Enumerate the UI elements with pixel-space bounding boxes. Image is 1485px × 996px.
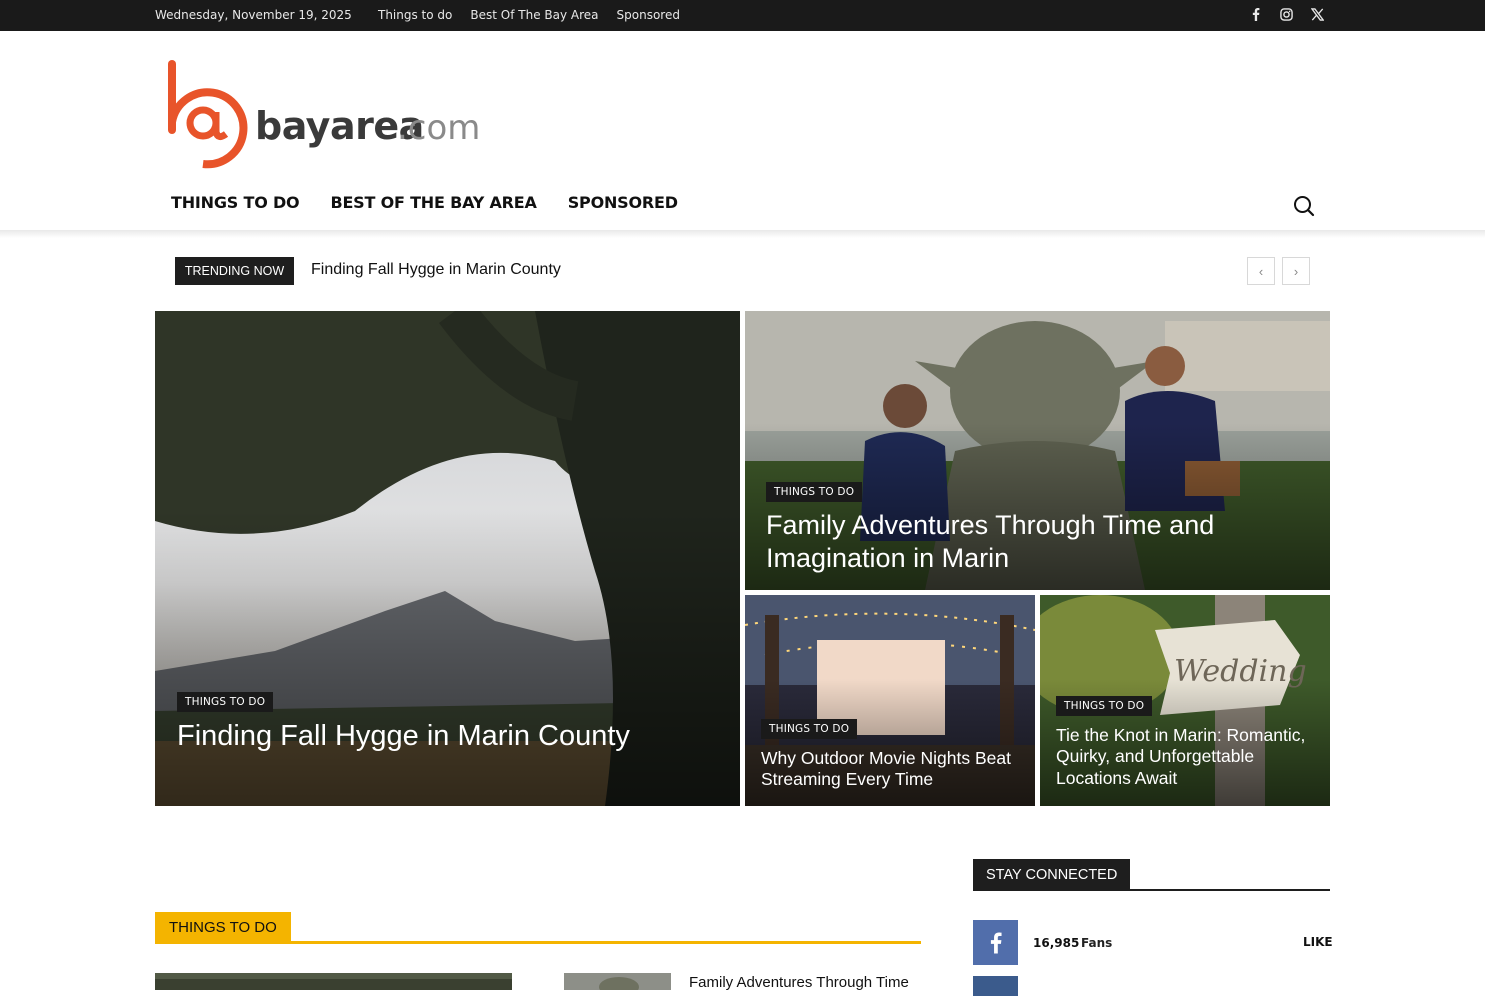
top-links: Things to do Best Of The Bay Area Sponso… [378, 8, 680, 22]
article-thumbnail[interactable] [155, 973, 512, 990]
facebook-icon[interactable] [973, 920, 1018, 965]
featured-title[interactable]: Finding Fall Hygge in Marin County [177, 719, 717, 754]
twitter-icon[interactable] [973, 976, 1018, 996]
category-badge[interactable]: THINGS TO DO [761, 719, 858, 739]
featured-title[interactable]: Tie the Knot in Marin: Romantic, Quirky,… [1056, 725, 1321, 789]
main-nav: THINGS TO DO BEST OF THE BAY AREA SPONSO… [171, 193, 678, 212]
current-date: Wednesday, November 19, 2025 [155, 8, 352, 22]
trending-title[interactable]: Finding Fall Hygge in Marin County [311, 261, 561, 279]
category-badge[interactable]: THINGS TO DO [177, 692, 274, 712]
top-bar: Wednesday, November 19, 2025 Things to d… [0, 0, 1485, 31]
image-overlay [155, 509, 740, 806]
top-link-things-to-do[interactable]: Things to do [378, 8, 452, 22]
featured-article-4[interactable]: Wedding THINGS TO DO Tie the Knot in Mar… [1040, 595, 1330, 806]
featured-article-main[interactable]: THINGS TO DO Finding Fall Hygge in Marin… [155, 311, 740, 806]
facebook-like-button[interactable]: LIKE [1303, 935, 1333, 949]
x-icon[interactable] [1310, 7, 1325, 22]
article-thumbnail-small[interactable] [564, 973, 671, 990]
facebook-fans-count: 16,985 [1033, 936, 1080, 950]
category-badge[interactable]: THINGS TO DO [766, 482, 863, 502]
instagram-icon[interactable] [1279, 7, 1294, 22]
svg-text:.com: .com [397, 108, 480, 148]
featured-article-3[interactable]: THINGS TO DO Why Outdoor Movie Nights Be… [745, 595, 1035, 806]
trending-next-button[interactable]: › [1282, 257, 1310, 285]
section-underline [155, 941, 921, 944]
featured-title[interactable]: Why Outdoor Movie Nights Beat Streaming … [761, 748, 1026, 791]
stay-connected-header: STAY CONNECTED [973, 859, 1131, 890]
top-link-best-of-bay-area[interactable]: Best Of The Bay Area [470, 8, 598, 22]
category-badge[interactable]: THINGS TO DO [1056, 696, 1153, 716]
facebook-icon[interactable] [1248, 7, 1263, 22]
article-title[interactable]: Family Adventures Through Time [689, 974, 909, 991]
site-logo[interactable]: bayarea .com [163, 60, 483, 172]
chevron-right-icon: › [1293, 263, 1299, 279]
facebook-fans-label: Fans [1081, 936, 1113, 950]
featured-title[interactable]: Family Adventures Through Time and Imagi… [766, 509, 1286, 575]
trending-prev-button[interactable]: ‹ [1247, 257, 1275, 285]
section-header-things-to-do[interactable]: THINGS TO DO [155, 912, 291, 943]
nav-item-things-to-do[interactable]: THINGS TO DO [171, 193, 300, 212]
nav-item-best-of-bay-area[interactable]: BEST OF THE BAY AREA [330, 193, 536, 212]
search-icon[interactable] [1292, 194, 1316, 218]
chevron-left-icon: ‹ [1258, 263, 1264, 279]
stay-connected-underline [973, 889, 1330, 891]
featured-article-2[interactable]: THINGS TO DO Family Adventures Through T… [745, 311, 1330, 590]
trending-label: TRENDING NOW [175, 257, 294, 285]
top-link-sponsored[interactable]: Sponsored [617, 8, 680, 22]
social-links [1248, 7, 1325, 22]
nav-item-sponsored[interactable]: SPONSORED [568, 193, 678, 212]
header-divider [0, 230, 1485, 238]
